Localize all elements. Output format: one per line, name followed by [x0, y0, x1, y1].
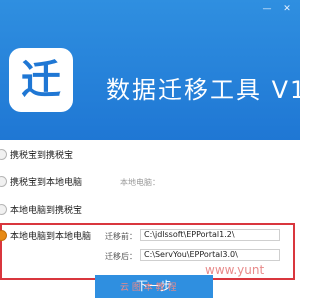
option-label: 本地电脑到携税宝 [10, 205, 83, 216]
target-hint: 本地电脑： [120, 178, 160, 187]
option-label: 本地电脑到本地电脑 [10, 231, 92, 242]
logo-glyph: 迁 [21, 57, 61, 103]
after-label: 迁移后： [105, 252, 137, 261]
watermark-text: 云 图 本 教 程 [120, 283, 177, 293]
after-path-input[interactable]: C:\ServYou\EPPortal3.0\ [140, 249, 280, 261]
before-label: 迁移前： [105, 232, 137, 241]
option-label: 携税宝到携税宝 [10, 150, 74, 161]
minimize-button[interactable]: — [260, 4, 274, 14]
before-path-input[interactable]: C:\jdlssoft\EPPortal1.2\ [140, 229, 280, 241]
app-header: — ✕ 迁 数据迁移工具 V1. [0, 0, 315, 140]
app-title: 数据迁移工具 V1. [106, 76, 317, 104]
close-button[interactable]: ✕ [280, 4, 294, 14]
option-label: 携税宝到本地电脑 [10, 177, 83, 188]
watermark-url: www.yunt [205, 263, 265, 277]
window-controls: — ✕ [260, 4, 294, 14]
app-logo: 迁 [9, 48, 73, 112]
